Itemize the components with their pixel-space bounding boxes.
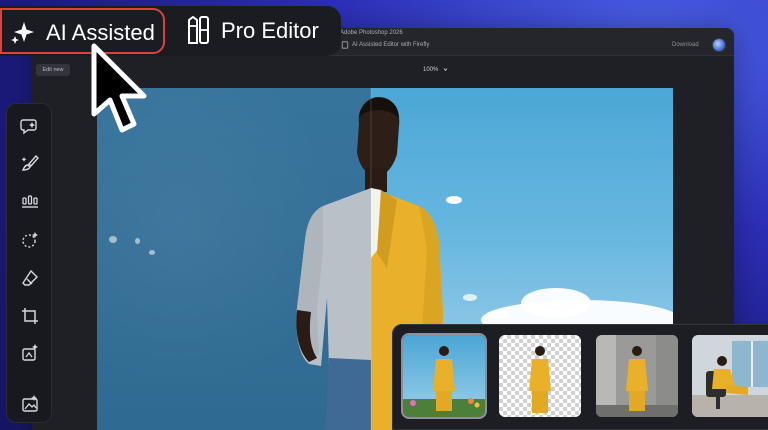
mouse-pointer-icon	[91, 43, 147, 133]
tool-eraser[interactable]	[18, 266, 42, 290]
tool-generate-chat[interactable]	[18, 114, 42, 138]
thumbnail-sky-background[interactable]	[401, 333, 487, 419]
tool-adjustments[interactable]	[18, 190, 42, 214]
eraser-icon	[22, 269, 38, 286]
office-chair-variation	[692, 335, 768, 417]
tool-crop[interactable]	[18, 304, 42, 328]
thumbnail-office-chair[interactable]	[692, 335, 768, 417]
thumbnail-concrete-wall[interactable]	[596, 335, 678, 417]
tool-generate-image[interactable]	[18, 392, 42, 416]
sky-background-variation	[403, 335, 485, 417]
zoom-dropdown[interactable]: 100%	[423, 67, 448, 73]
edit-new-button[interactable]: Edit new	[36, 64, 70, 76]
app-title: Adobe Photoshop 2026	[340, 30, 403, 36]
brush-icon	[21, 154, 39, 171]
crop-icon	[22, 308, 38, 324]
chevron-down-icon	[443, 68, 448, 72]
mode-switch: AI Assisted Pro Editor	[0, 6, 341, 56]
download-button[interactable]: Download	[672, 42, 699, 48]
generative-expand-icon	[22, 344, 38, 361]
tool-generative-expand[interactable]	[18, 341, 42, 365]
document-icon	[341, 41, 349, 49]
sparkle-icon	[11, 22, 34, 44]
avatar[interactable]	[712, 38, 726, 52]
left-toolbar	[6, 103, 52, 423]
adjustments-icon	[22, 195, 38, 208]
generate-chat-icon	[20, 119, 37, 135]
variations-tray	[392, 324, 768, 430]
tool-select-subject[interactable]	[18, 228, 42, 252]
thumbnail-transparent-background[interactable]	[499, 335, 581, 417]
tool-brush[interactable]	[18, 151, 42, 175]
document-title: AI Assisted Editor with Firefly	[352, 42, 430, 48]
generate-image-icon	[22, 395, 38, 412]
pro-tools-icon	[188, 16, 209, 44]
select-subject-icon	[22, 232, 38, 248]
transparent-background-variation	[499, 335, 581, 417]
concrete-wall-variation	[596, 335, 678, 417]
zoom-level: 100%	[423, 67, 439, 74]
pro-editor-label: Pro Editor	[221, 18, 319, 43]
